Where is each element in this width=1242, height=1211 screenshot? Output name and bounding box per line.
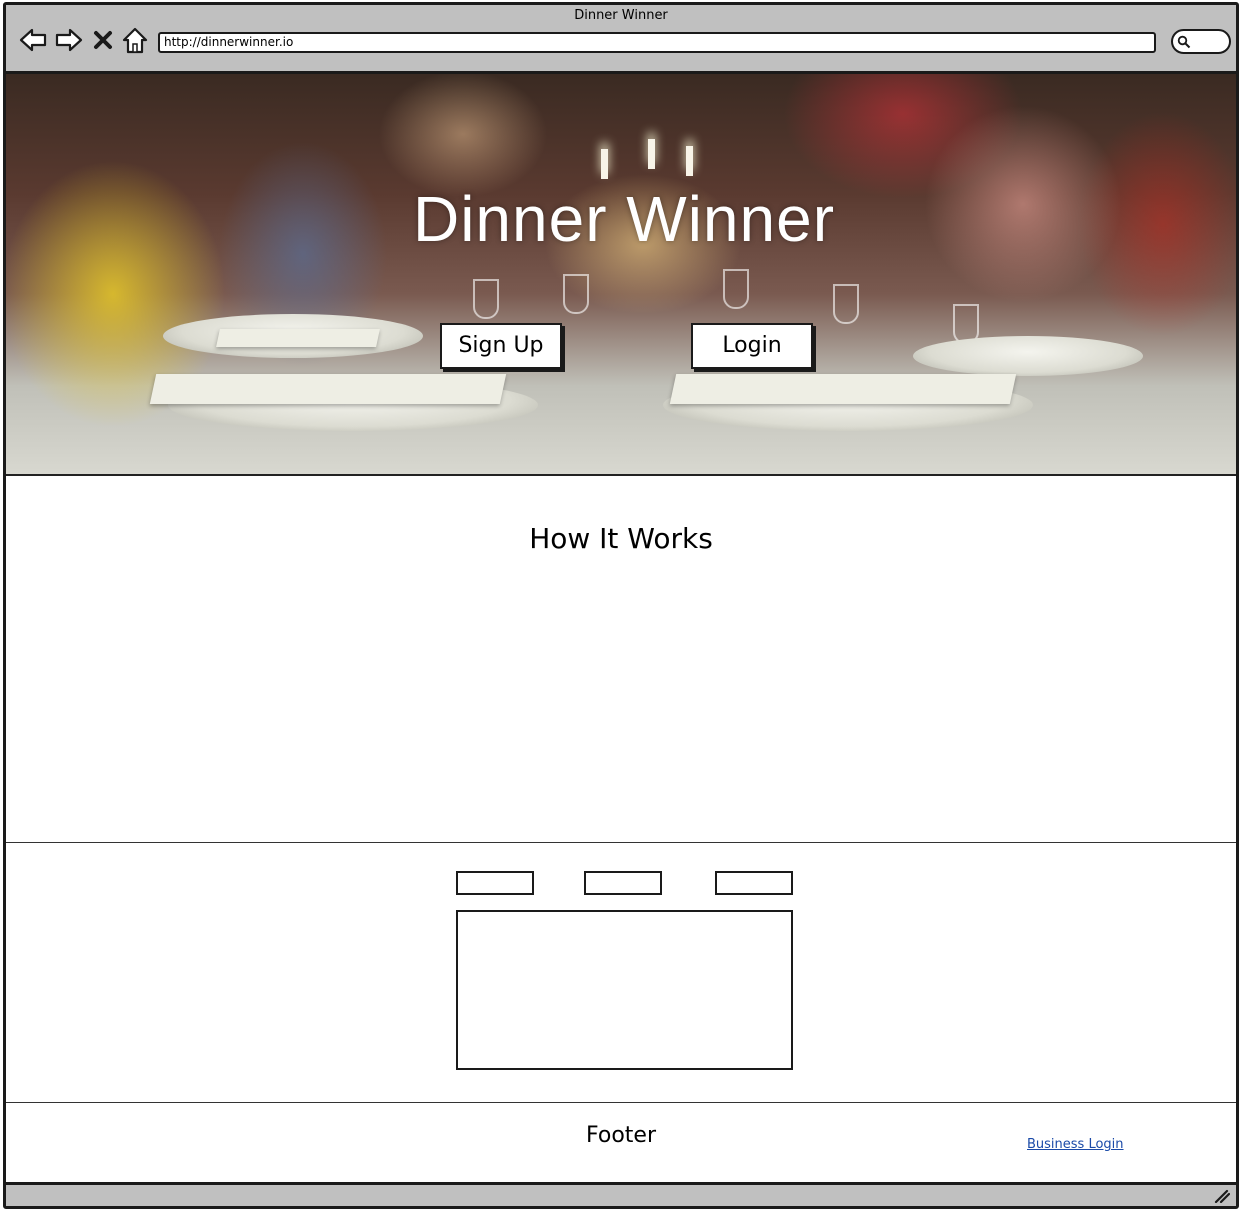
window-title: Dinner Winner	[574, 8, 668, 23]
candle-decoration	[601, 149, 608, 179]
resize-grip-icon[interactable]	[1214, 1189, 1230, 1203]
sign-up-button[interactable]: Sign Up	[440, 323, 562, 369]
browser-search-field[interactable]	[1171, 29, 1231, 54]
glass-decoration	[473, 279, 499, 319]
hero-banner: Dinner Winner Sign Up Login	[6, 74, 1236, 476]
glass-decoration	[563, 274, 589, 314]
footer-divider	[6, 1102, 1236, 1103]
tab-content-panel	[456, 910, 793, 1070]
napkin-decoration	[149, 374, 507, 404]
napkin-decoration	[216, 329, 380, 347]
candle-decoration	[686, 146, 693, 176]
tab-button-1[interactable]	[456, 871, 534, 895]
forward-arrow-icon[interactable]	[54, 25, 84, 55]
glass-decoration	[833, 284, 859, 324]
hero-title: Dinner Winner	[412, 183, 836, 255]
how-it-works-heading: How It Works	[529, 522, 713, 555]
tab-button-3[interactable]	[715, 871, 793, 895]
napkin-decoration	[669, 374, 1017, 404]
login-button[interactable]: Login	[691, 323, 813, 369]
plate-decoration	[913, 336, 1143, 376]
browser-chrome: Dinner Winner http://dinnerwinner.io	[6, 5, 1236, 74]
back-arrow-icon[interactable]	[18, 25, 48, 55]
status-bar	[6, 1182, 1236, 1206]
candle-decoration	[648, 139, 655, 169]
browser-window: Dinner Winner http://dinnerwinner.io Din…	[3, 2, 1239, 1209]
glass-decoration	[723, 269, 749, 309]
tab-button-2[interactable]	[584, 871, 662, 895]
search-icon	[1177, 35, 1191, 49]
url-input[interactable]: http://dinnerwinner.io	[158, 32, 1156, 53]
section-divider	[6, 842, 1236, 843]
business-login-link[interactable]: Business Login	[1027, 1137, 1124, 1152]
home-icon[interactable]	[120, 25, 150, 55]
close-x-icon[interactable]	[92, 25, 114, 55]
